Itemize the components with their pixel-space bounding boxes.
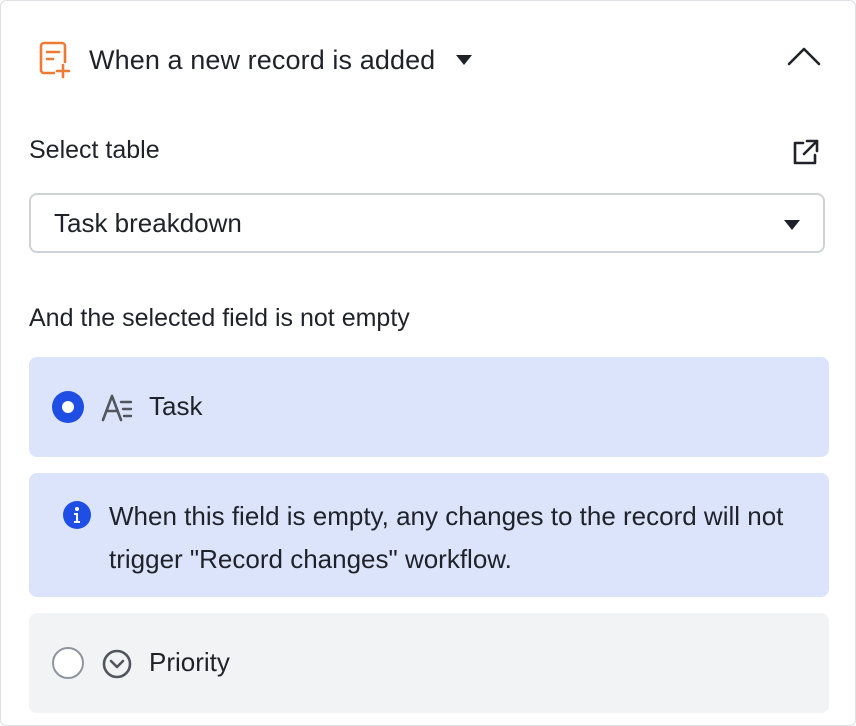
chevron-down-icon [784, 220, 800, 230]
field-option-label: Task [149, 391, 203, 421]
table-select-value: Task breakdown [54, 207, 242, 238]
select-table-label: Select table [29, 136, 160, 164]
single-select-field-icon [102, 649, 132, 679]
radio-priority[interactable] [52, 647, 84, 679]
info-notice: When this field is empty, any changes to… [29, 473, 829, 597]
field-condition-label: And the selected field is not empty [29, 304, 410, 332]
open-external-icon[interactable] [791, 139, 819, 167]
radio-task[interactable] [52, 391, 84, 423]
trigger-header[interactable]: When a new record is added [39, 39, 821, 81]
text-field-icon [101, 394, 133, 422]
field-option-label: Priority [149, 647, 230, 677]
field-option-task[interactable]: Task [29, 357, 829, 457]
chevron-up-icon[interactable] [787, 45, 821, 67]
notice-text: When this field is empty, any changes to… [109, 501, 784, 574]
trigger-title[interactable]: When a new record is added [89, 45, 435, 76]
trigger-dropdown-caret-icon[interactable] [455, 54, 473, 66]
field-option-priority[interactable]: Priority [29, 613, 829, 713]
record-add-icon [39, 41, 71, 79]
trigger-config-panel: When a new record is added Select table … [0, 0, 856, 726]
table-select[interactable]: Task breakdown [29, 193, 825, 253]
info-icon [63, 501, 91, 529]
